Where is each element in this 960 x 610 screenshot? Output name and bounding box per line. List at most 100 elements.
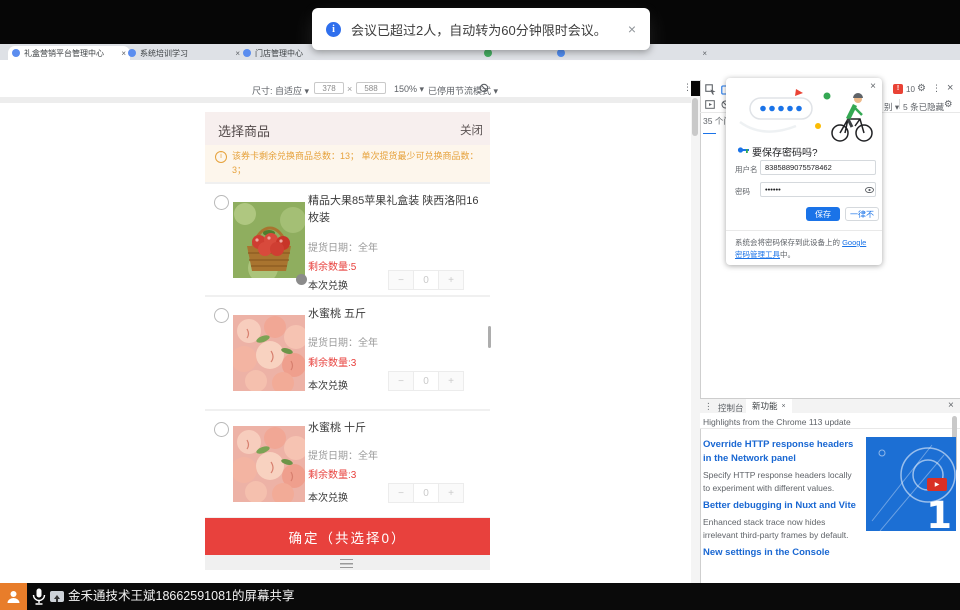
stepper-plus-button[interactable]: + [438,270,464,290]
eye-icon[interactable] [865,187,874,193]
drawer-kebab-icon[interactable]: ⋮ [704,402,713,411]
product-image [233,192,305,287]
whatsnew-header: Highlights from the Chrome 113 update [703,417,851,427]
page-scrollbar[interactable] [691,96,700,583]
product-image [233,419,305,509]
password-label: 密码 [735,186,750,197]
stepper-plus-button[interactable]: + [438,371,464,391]
throttle-off-icon[interactable] [479,83,489,93]
share-bar-text: 金禾通技术王斌18662591081的屏幕共享 [68,583,294,610]
stepper-plus-button[interactable]: + [438,483,464,503]
product-pickup-date: 提货日期：全年 [308,239,378,254]
coupon-notice: i 该券卡剩余兑换商品总数：13； 单次提货最少可兑换商品数：3； [205,145,490,182]
exchange-label: 本次兑换 [308,489,348,504]
device-zoom-dropdown[interactable]: 150% ▾ [394,84,424,95]
username-label: 用户名 [735,164,758,175]
stepper-value[interactable]: 0 [413,483,439,503]
toast-close-icon[interactable]: × [628,21,636,37]
product-radio[interactable] [214,308,229,323]
person-icon [6,589,21,604]
drawer-tab-close-icon[interactable]: × [782,403,786,410]
stepper-minus-button[interactable]: − [388,371,414,391]
version-number: 1 [926,494,952,531]
device-emulation-bar: 尺寸: 自适应 ▾ × 150% ▾ 已停用节流模式 ▾ ⋮ [0,80,691,97]
peach-photo [233,315,305,391]
save-password-dialog: × 要保存密码吗? 用户名 密码 [726,78,882,265]
product-radio[interactable] [214,422,229,437]
product-card: 水蜜桃 五斤 提货日期：全年 剩余数量:3 本次兑换 − 0 + [205,297,490,409]
product-name: 水蜜桃 十斤 [308,420,484,437]
stepper-value[interactable]: 0 [413,270,439,290]
username-field[interactable] [760,160,876,175]
product-name: 水蜜桃 五斤 [308,306,484,323]
tab-label: 系统培训学习 [140,48,231,59]
console-settings-icon[interactable]: ⚙ [944,100,953,110]
exchange-label: 本次兑换 [308,377,348,392]
drawer-close-icon[interactable]: × [948,401,954,411]
error-count: 10 [906,85,915,94]
meeting-toast: i 会议已超过2人，自动转为60分钟限时会议。 × [312,8,650,50]
mouse-cursor-dot [296,274,307,285]
product-card: 精品大果85苹果礼盒装 陕西洛阳16枚装 提货日期：全年 剩余数量:5 本次兑换… [205,184,490,295]
stepper-minus-button[interactable]: − [388,270,414,290]
favicon [128,49,136,57]
product-pickup-date: 提货日期：全年 [308,447,378,462]
notice-text: 该券卡剩余兑换商品总数：13； 单次提货最少可兑换商品数：3； [232,150,480,182]
screen: 礼盒营销平台管理中心 × 系统培训学习 × 门店管理中心 × + – × ← → [0,0,960,610]
whatsnew-desc: Enhanced stack trace now hides irrelevan… [703,516,861,542]
stepper-value[interactable]: 0 [413,371,439,391]
inspect-icon[interactable] [705,84,716,95]
product-name: 精品大果85苹果礼盒装 陕西洛阳16枚装 [308,193,484,227]
page-scrollbar-thumb[interactable] [692,98,698,136]
tab-label: 礼盒营销平台管理中心 [24,48,117,59]
modal-close-button[interactable]: 关闭 [460,122,483,138]
log-level-dropdown[interactable]: 别 ▾ [884,101,899,113]
product-stock: 剩余数量:3 [308,354,356,369]
tab-training[interactable]: 系统培训学习 × [124,46,244,60]
frame-selector-icon[interactable] [705,100,715,109]
modal-scrollbar-thumb[interactable] [488,326,491,348]
devtools-settings-icon[interactable]: ⚙ [917,84,926,94]
confirm-button[interactable]: 确定（共选择0） [205,518,490,555]
drag-handle[interactable] [340,559,353,568]
drawer-tab-whatsnew[interactable]: 新功能 × [746,399,792,413]
dialog-footer: 系统会将密码保存到此设备上的 Google 密码管理工具中。 [735,237,875,262]
hidden-messages-label[interactable]: 5 条已隐藏 [903,101,944,113]
whatsnew-link[interactable]: New settings in the Console [703,546,863,560]
apple-gift-box-photo [233,202,305,278]
devtools-kebab-icon[interactable]: ⋮ [932,84,941,93]
password-field[interactable] [760,182,876,197]
screen-share-icon [50,591,64,602]
whatsnew-link[interactable]: Override HTTP response headers in the Ne… [703,438,863,466]
dialog-title: 要保存密码吗? [752,144,818,159]
page-top-band [0,97,691,103]
favicon [12,49,20,57]
confirm-label: 确定（共选择0） [288,527,406,547]
product-radio[interactable] [214,195,229,210]
viewport-width-input[interactable] [314,82,344,94]
device-bar-kebab-icon[interactable]: ⋮ [683,83,692,92]
toast-text: 会议已超过2人，自动转为60分钟限时会议。 [351,20,607,39]
presenter-tile[interactable] [0,583,27,610]
save-button[interactable]: 保存 [806,207,840,221]
tab-close-icon[interactable]: × [702,49,707,58]
devtools-close-icon[interactable]: × [947,83,953,94]
mic-icon[interactable] [32,588,46,605]
whatsnew-graphic: ▶ 1 [866,437,956,531]
stepper-minus-button[interactable]: − [388,483,414,503]
never-button[interactable]: 一律不 [845,207,879,221]
peach-photo [233,426,305,502]
play-icon[interactable]: ▶ [927,478,947,491]
console-link-fragment[interactable] [703,127,716,134]
tab-gift-platform[interactable]: 礼盒营销平台管理中心 × [8,46,130,60]
modal-title: 选择商品 [218,121,270,140]
product-pickup-date: 提货日期：全年 [308,334,378,349]
whatsnew-link[interactable]: Better debugging in Nuxt and Vite [703,499,863,513]
quantity-stepper: − 0 + [389,371,464,391]
quantity-stepper: − 0 + [389,270,464,290]
favicon [484,49,492,57]
cyclist-illustration [734,88,874,144]
viewport-height-input[interactable] [356,82,386,94]
product-stock: 剩余数量:3 [308,466,356,481]
error-badge[interactable]: ! [893,84,903,94]
